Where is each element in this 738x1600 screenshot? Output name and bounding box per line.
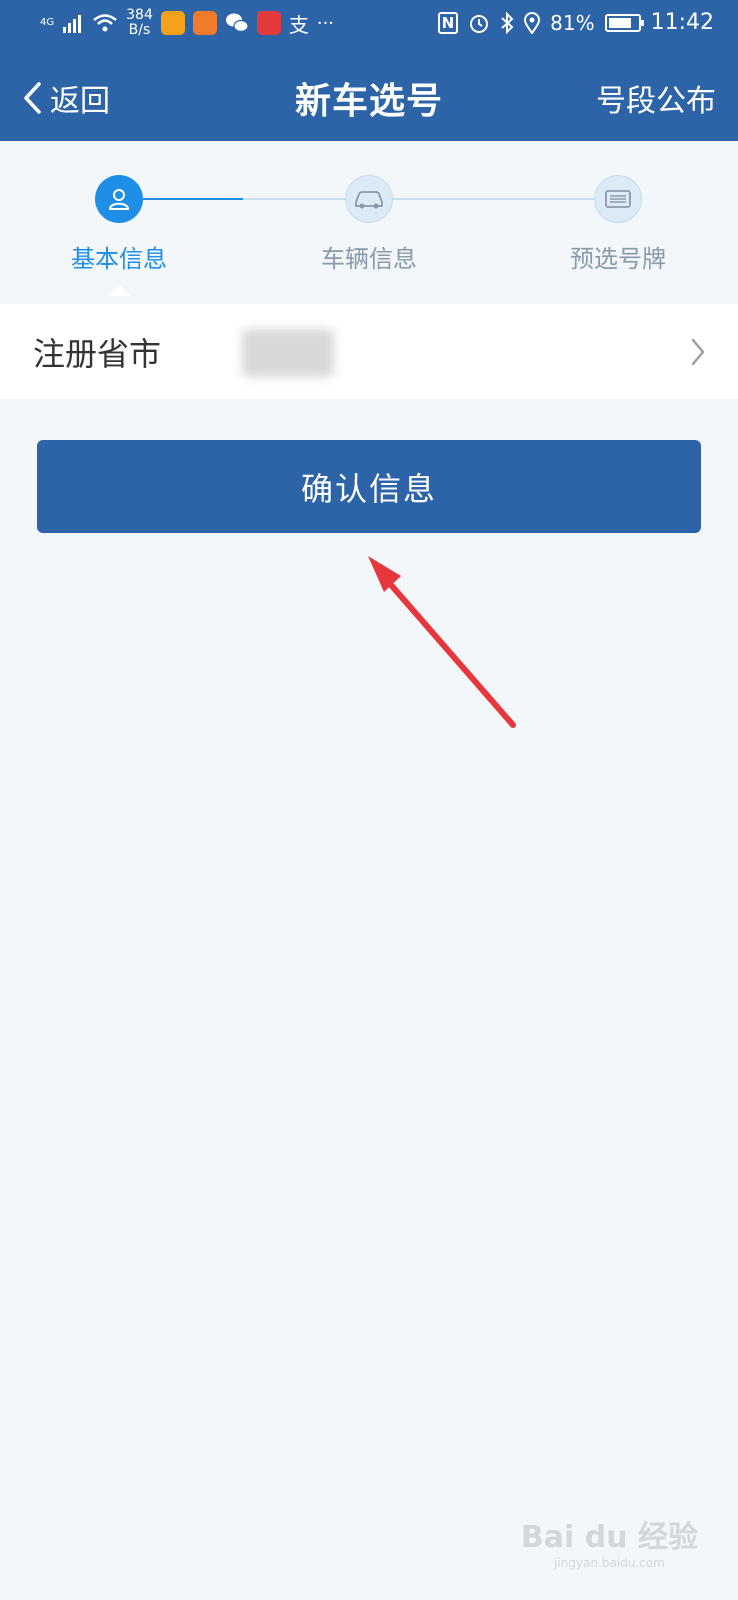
confirm-info-button[interactable]: 确认信息 [37, 440, 701, 533]
status-bar: 4G 384 B/s 支 ··· N 81% 11:42 [0, 0, 738, 50]
network-speed: 384 B/s [126, 8, 153, 38]
step-basic-info-circle [95, 175, 143, 223]
register-province-row[interactable]: 注册省市 重庆 [0, 304, 738, 399]
baidu-jingyan-watermark: Bai du 经验 jingyan.baidu.com [521, 1512, 698, 1570]
step-preselect-plate: 预选号牌 [543, 175, 693, 274]
segment-announcement-button[interactable]: 号段公布 [596, 76, 716, 120]
alipay-icon: 支 [288, 12, 309, 37]
watermark-url: jingyan.baidu.com [554, 1556, 665, 1570]
back-label: 返回 [50, 84, 110, 119]
network-speed-unit: B/s [128, 22, 151, 38]
register-province-label: 注册省市 [33, 334, 162, 373]
status-right-group: N 81% 11:42 [437, 10, 714, 35]
more-notifications-icon: ··· [316, 12, 335, 34]
bluetooth-icon [501, 11, 514, 34]
battery-percent: 81% [550, 10, 595, 35]
clock: 11:42 [650, 10, 714, 35]
battery-level [608, 17, 631, 28]
wechat-icon [225, 13, 249, 33]
video-app-icon [160, 11, 185, 35]
register-province-value: 重庆 [242, 329, 334, 377]
news-app-icon [192, 11, 217, 35]
signal-icon [63, 15, 82, 33]
nav-bar: 返回 新车选号 号段公布 [0, 50, 738, 141]
step-preselect-plate-circle [594, 175, 642, 223]
step-vehicle-info: 车辆信息 [294, 175, 444, 274]
nfc-icon: N [437, 11, 459, 34]
watermark-brand: Bai du 经验 [520, 1520, 698, 1555]
step-label: 基本信息 [71, 245, 167, 273]
step-vehicle-info-circle [345, 175, 393, 223]
user-icon [108, 189, 130, 210]
plate-icon [605, 190, 631, 208]
alarm-icon [470, 14, 489, 33]
step-label: 车辆信息 [321, 245, 417, 273]
status-left-group: 4G 384 B/s 支 ··· [40, 8, 334, 38]
car-icon [355, 191, 383, 209]
chevron-right-icon [691, 338, 705, 366]
active-step-pointer [108, 285, 130, 296]
chevron-left-icon [24, 82, 41, 114]
wifi-icon [93, 14, 117, 32]
step-label: 预选号牌 [570, 245, 666, 273]
step-basic-info: 基本信息 [44, 175, 194, 274]
network-speed-value: 384 [126, 7, 153, 23]
back-button[interactable]: 返回 [22, 76, 110, 120]
location-icon [524, 11, 541, 34]
step-indicator: 基本信息 车辆信息 预选号牌 [0, 141, 738, 304]
player-app-icon [256, 11, 281, 35]
battery-icon [604, 13, 644, 32]
network-type: 4G [40, 17, 55, 28]
